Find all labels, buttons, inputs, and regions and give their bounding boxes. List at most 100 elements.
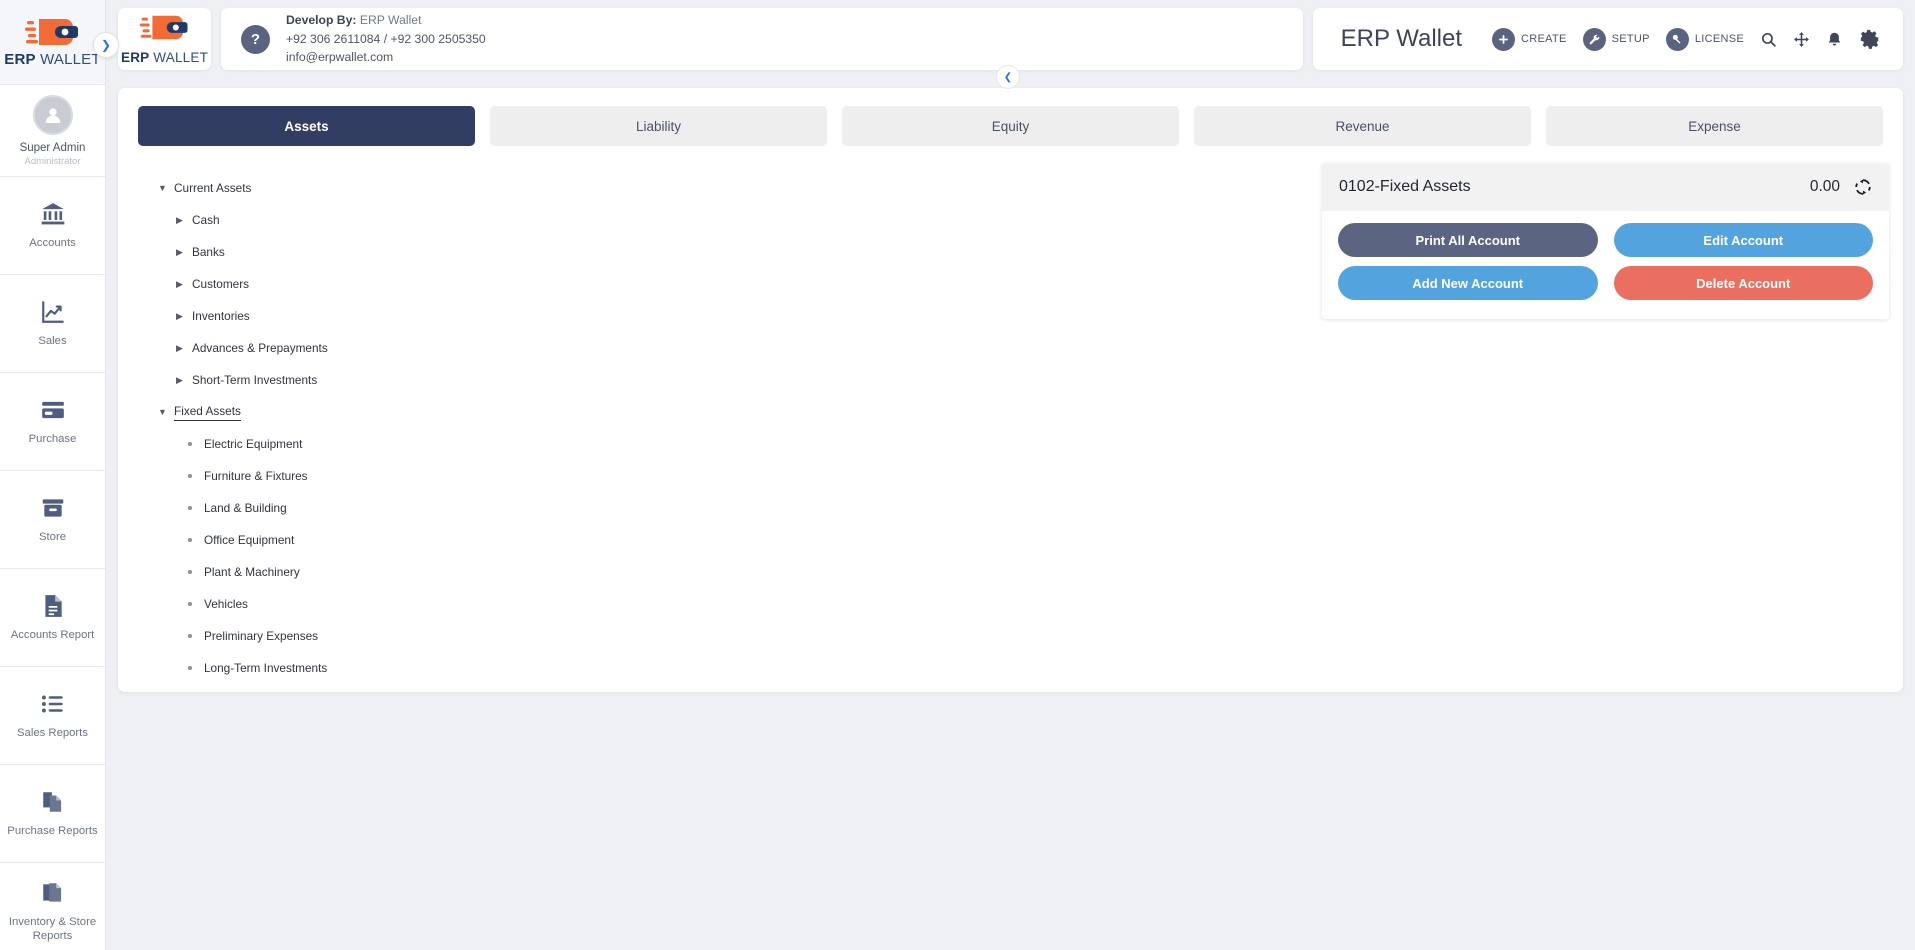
caret-right-icon: ▶ [176, 342, 183, 353]
sidebar-item-accounts[interactable]: Accounts [0, 177, 105, 275]
tree-node-label: Customers [192, 277, 250, 291]
user-avatar-icon [32, 94, 73, 135]
question-mark-icon[interactable]: ? [241, 24, 270, 54]
key-icon [1665, 27, 1689, 51]
box-icon [40, 495, 66, 521]
tree-node[interactable]: Furniture & Fixtures [188, 460, 1903, 492]
contact-email: info@erpwallet.com [286, 50, 394, 65]
bullet-icon [188, 506, 204, 510]
sidebar-logo[interactable]: ERP WALLET [0, 0, 105, 85]
tree-node-selected[interactable]: ▼ Fixed Assets [158, 396, 1903, 428]
tree-node-label: Preliminary Expenses [204, 629, 319, 643]
document-icon [40, 593, 66, 619]
chevron-down-icon: ❮ [1003, 71, 1013, 83]
profile-name: Super Admin [19, 141, 86, 154]
account-action-panel: 0102-Fixed Assets 0.00 Print All Account… [1322, 163, 1889, 319]
license-button[interactable]: LICENSE [1665, 27, 1744, 51]
create-button[interactable]: CREATE [1492, 27, 1567, 51]
refresh-icon[interactable] [1854, 178, 1872, 196]
tree-node[interactable]: Vehicles [188, 588, 1903, 620]
tree-node-label: Advances & Prepayments [192, 341, 328, 355]
setup-label: SETUP [1611, 33, 1650, 45]
caret-right-icon: ▶ [176, 246, 183, 257]
tree-node-label: Long-Term Investments [204, 661, 328, 675]
developer-contact-card: ? Develop By: ERP Wallet +92 306 2611084… [221, 8, 1303, 70]
caret-down-icon: ▼ [158, 407, 167, 417]
edit-account-button[interactable]: Edit Account [1613, 223, 1873, 257]
sidebar-item-sales-reports[interactable]: Sales Reports [0, 667, 105, 765]
bullet-icon [188, 634, 204, 638]
tab-assets[interactable]: Assets [138, 106, 475, 146]
setup-button[interactable]: SETUP [1582, 27, 1650, 51]
sidebar-item-purchase-reports[interactable]: Purchase Reports [0, 765, 105, 863]
sidebar-item-inventory-store-reports[interactable]: Inventory & Store Reports [0, 863, 105, 950]
search-icon[interactable] [1760, 31, 1777, 48]
caret-right-icon: ▶ [176, 278, 183, 289]
bullet-icon [188, 538, 204, 542]
tab-label: Equity [991, 118, 1030, 134]
sidebar-item-accounts-report[interactable]: Accounts Report [0, 569, 105, 667]
tab-liability[interactable]: Liability [490, 106, 827, 146]
caret-right-icon: ▶ [176, 214, 183, 225]
tree-node-label: Banks [192, 245, 225, 259]
tree-node[interactable]: Land & Building [188, 492, 1903, 524]
print-all-account-button[interactable]: Print All Account [1338, 223, 1598, 257]
sidebar-item-sales[interactable]: Sales [0, 275, 105, 373]
topbar: ERP WALLET ? Develop By: ERP Wallet +92 … [118, 8, 1903, 70]
sidebar-item-label: Purchase Reports [7, 824, 98, 837]
tree-node-label: Cash [192, 213, 220, 227]
sidebar-item-label: Accounts Report [10, 628, 95, 641]
sidebar-item-label: Purchase [28, 432, 77, 445]
contact-phones: +92 306 2611084 / +92 300 2505350 [286, 31, 486, 46]
selected-account-title: 0102-Fixed Assets [1339, 178, 1471, 195]
sidebar-profile[interactable]: Super Admin Administrator [0, 85, 105, 177]
tree-node[interactable]: ▶ Short-Term Investments [176, 364, 1903, 396]
plus-icon [1492, 27, 1516, 51]
bell-icon[interactable] [1826, 31, 1843, 48]
delete-account-button[interactable]: Delete Account [1613, 266, 1873, 300]
sidebar-item-label: Accounts [29, 236, 76, 249]
tree-node[interactable]: ▶ Advances & Prepayments [176, 332, 1903, 364]
tree-node-label: Short-Term Investments [192, 373, 318, 387]
profile-role: Administrator [24, 155, 81, 167]
bank-icon [40, 201, 66, 227]
wallet-icon [24, 17, 81, 47]
chart-line-icon [40, 299, 66, 325]
gear-icon[interactable] [1859, 28, 1881, 50]
app-title: ERP Wallet [1340, 25, 1463, 52]
tree-node-label: Current Assets [174, 181, 252, 195]
tree-node[interactable]: Long-Term Investments [188, 652, 1903, 684]
tab-expense[interactable]: Expense [1546, 106, 1883, 146]
topbar-logo[interactable]: ERP WALLET [118, 8, 211, 70]
account-balance: 0.00 [1809, 178, 1840, 195]
collapse-header-button[interactable]: ❮ [996, 65, 1020, 89]
sidebar: ERP WALLET Super Admin Administrator Acc… [0, 0, 106, 950]
sidebar-item-store[interactable]: Store [0, 471, 105, 569]
bullet-icon [188, 474, 204, 478]
tree-node[interactable]: Electric Equipment [188, 428, 1903, 460]
tree-node[interactable]: Plant & Machinery [188, 556, 1903, 588]
button-label: Edit Account [1703, 232, 1784, 248]
sidebar-logo-text: ERP WALLET [4, 50, 101, 68]
create-label: CREATE [1521, 33, 1567, 45]
tree-node[interactable]: Preliminary Expenses [188, 620, 1903, 652]
tree-node-label: Vehicles [204, 597, 248, 611]
tree-node-label: Inventories [192, 309, 250, 323]
tree-node-label: Plant & Machinery [204, 565, 300, 579]
credit-card-icon [40, 397, 66, 423]
tree-node-label: Electric Equipment [204, 437, 303, 451]
sidebar-item-label: Sales Reports [17, 726, 88, 739]
action-panel-header: 0102-Fixed Assets 0.00 [1322, 163, 1889, 211]
move-arrows-icon[interactable] [1793, 31, 1810, 48]
tab-revenue[interactable]: Revenue [1194, 106, 1531, 146]
tree-node[interactable]: Office Equipment [188, 524, 1903, 556]
tab-equity[interactable]: Equity [842, 106, 1179, 146]
add-new-account-button[interactable]: Add New Account [1338, 266, 1598, 300]
tree-node-label: Land & Building [204, 501, 287, 515]
sidebar-expand-button[interactable]: ❯ [93, 32, 119, 58]
tree-node-label: Furniture & Fixtures [204, 469, 308, 483]
sidebar-item-purchase[interactable]: Purchase [0, 373, 105, 471]
button-label: Delete Account [1696, 275, 1791, 291]
bullet-icon [188, 602, 204, 606]
develop-by-value: ERP Wallet [359, 13, 422, 28]
